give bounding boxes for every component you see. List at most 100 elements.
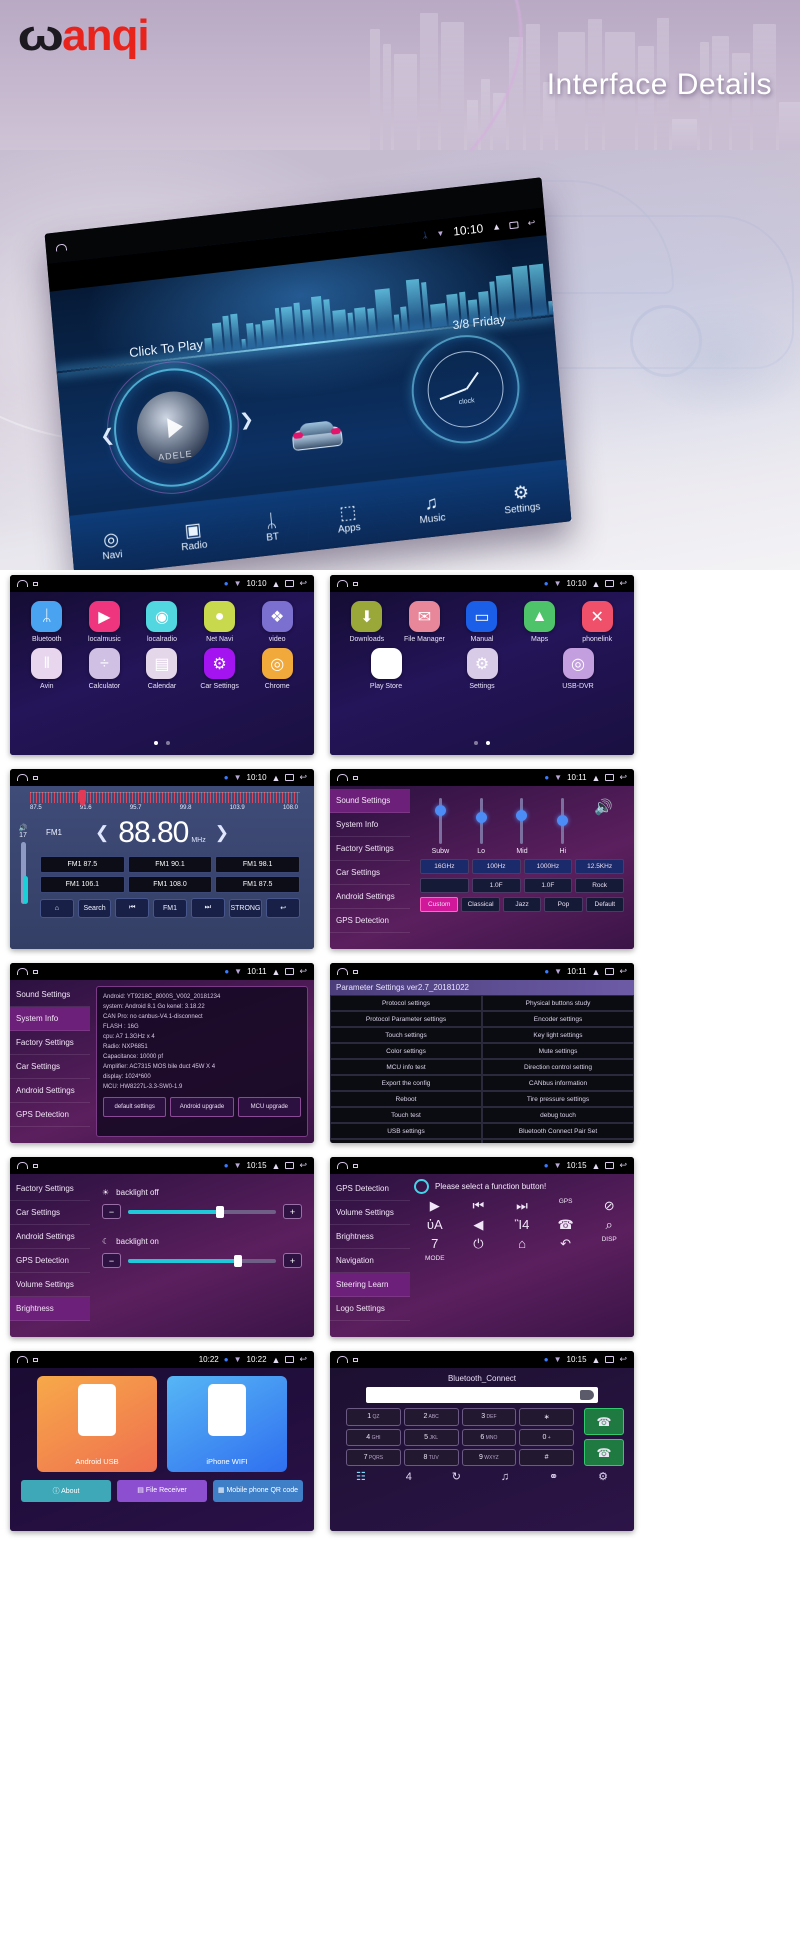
dial-key[interactable]: 7 PQRS [346,1449,401,1466]
bt-music-icon[interactable]: ♫ [501,1471,509,1483]
home-icon[interactable] [337,968,348,975]
recents-icon[interactable] [605,1162,614,1169]
page-dot[interactable] [486,741,490,745]
play-icon[interactable]: ▶ [414,1198,456,1213]
eq-preset-chip[interactable]: Pop [544,897,582,912]
dial-key[interactable]: 3 DEF [462,1408,517,1426]
back-icon[interactable]: ↩ [299,1354,307,1365]
calendar-icon[interactable]: ▤ [146,648,177,679]
decrease-button[interactable]: − [102,1253,121,1268]
recents-icon[interactable] [33,970,38,974]
link-icon[interactable]: ⚭ [549,1470,558,1483]
eq-preset-chip[interactable]: Jazz [503,897,541,912]
app-item[interactable]: ⚙ Car Settings [194,648,246,691]
app-item[interactable]: ᛦ Bluetooth [21,601,73,644]
recents-icon[interactable] [33,776,38,780]
eq-preset-chip[interactable]: Custom [420,897,458,912]
call-icon[interactable]: ☎ [545,1217,587,1232]
chevron-up-icon[interactable]: ▲ [592,773,601,783]
home-icon[interactable] [337,774,348,781]
file-icon[interactable]: ▤ File Receiver [117,1480,207,1502]
calculator-icon[interactable]: ÷ [89,648,120,679]
manual-book-icon[interactable]: ▭ [466,601,497,632]
phonelink-card[interactable]: iPhone WIFI [167,1376,287,1472]
freq-up-icon[interactable]: ❯ [215,823,229,843]
chevron-up-icon[interactable]: ▲ [272,967,281,977]
app-item[interactable]: ⚙ Settings [456,648,508,691]
play-icon[interactable] [167,417,184,439]
increase-button[interactable]: + [283,1253,302,1268]
screenshot-steering-learn[interactable]: ● ▼ 10:15 ▲ ↩ GPS Detection Volume Settings Bri… [330,1157,634,1337]
settings-menu-item[interactable]: GPS Detection [10,1249,90,1273]
net-navi-icon[interactable]: ● [204,601,235,632]
brightness-slider[interactable] [128,1210,276,1214]
recents-icon[interactable] [353,970,358,974]
app-item[interactable]: ◎ Chrome [251,648,303,691]
back-icon[interactable]: ↩ [619,1354,627,1365]
radio-screen[interactable]: 87.5 91.6 95.7 99.8 103.9 108.0 🔊 17 FM1 ❮ 88.80 MH… [10,786,314,949]
chevron-up-icon[interactable]: ▲ [272,773,281,783]
recents-icon[interactable] [33,1164,38,1168]
prev-track-icon[interactable]: ⏮ [115,898,149,918]
chevron-up-icon[interactable]: ▲ [272,579,281,589]
home-icon[interactable]: ⌂ [40,899,74,918]
settings-menu-item[interactable]: Sound Settings [330,789,410,813]
dial-key[interactable]: ∗ [519,1408,574,1426]
settings-menu-item[interactable]: Car Settings [330,861,410,885]
info-button[interactable]: MCU upgrade [238,1097,301,1117]
system-info-screen[interactable]: Sound Settings System Info Factory Setting… [10,980,314,1143]
app-item[interactable]: ▲ Maps [514,601,566,644]
phonelink-icon[interactable]: ✕ [582,601,613,632]
screenshot-parameter-settings[interactable]: ● ▼ 10:11 ▲ ↩ Parameter Settings ver2.7_20181… [330,963,634,1143]
screenshot-system-info[interactable]: ● ▼ 10:11 ▲ ↩ Sound Settings System Info Factor… [10,963,314,1143]
bluetooth-screen[interactable]: Bluetooth_Connect 1 QZ 2 ABC 3 DEF ∗ 4 GHI 5 J… [330,1368,634,1531]
hangup-icon[interactable]: ⌕ [588,1217,630,1232]
usb-dvr-icon[interactable]: ◎ [563,648,594,679]
app-item[interactable]: ❖ video [251,601,303,644]
back-icon[interactable]: ↩ [527,217,535,229]
home-icon[interactable] [337,1162,348,1169]
recents-icon[interactable] [605,774,614,781]
chrome-icon[interactable]: ◎ [262,648,293,679]
preset-button[interactable]: FM1 106.1 [40,876,125,893]
dial-key[interactable]: 4 GHI [346,1429,401,1446]
eq-value-chip[interactable]: 1.0F [524,878,573,893]
phonelink-screen[interactable]: Android USB iPhone WIFI ⓘ About ▤ File Rece… [10,1368,314,1531]
recents-icon[interactable] [510,221,520,229]
settings-menu-item[interactable]: Factory Settings [10,1177,90,1201]
recents-icon[interactable] [353,582,358,586]
home-nav-navi[interactable]: ◎ Navi [100,527,123,562]
app-item[interactable]: ✕ phonelink [571,601,623,644]
home-icon[interactable] [337,580,348,587]
screenshot-brightness[interactable]: ● ▼ 10:15 ▲ ↩ Factory Settings Car Settings And… [10,1157,314,1337]
preset-button[interactable]: FM1 108.0 [128,876,213,893]
chevron-up-icon[interactable]: ▲ [592,1355,601,1365]
parameter-cell[interactable]: Power amplifier settings [330,1139,482,1143]
back-icon[interactable]: ↩ [299,578,307,589]
contacts-icon[interactable]: ὆4 [406,1471,412,1483]
home-icon[interactable] [17,1356,28,1363]
eq-band[interactable]: Mid [505,798,539,855]
app-item[interactable]: ⬇ Downloads [341,601,393,644]
downloads-icon[interactable]: ⬇ [351,601,382,632]
disp-label[interactable]: DISP [588,1236,630,1251]
dial-key[interactable]: # [519,1449,574,1466]
band-label[interactable]: FM1 [153,899,187,918]
recents-icon[interactable] [285,774,294,781]
parameter-settings-screen[interactable]: Parameter Settings ver2.7_20181022 Protoc… [330,980,634,1143]
preset-button[interactable]: FM1 87.5 [215,876,300,893]
bluetooth-app-icon[interactable]: ᛦ [31,601,62,632]
app-item[interactable]: ▤ Calendar [136,648,188,691]
settings-menu-item[interactable]: Navigation [330,1249,410,1273]
settings-menu-item[interactable]: GPS Detection [330,909,410,933]
page-dot[interactable] [474,741,478,745]
parameter-cell[interactable]: Tire pressure settings [482,1091,634,1107]
home-nav-apps[interactable]: ⬚ Apps [336,500,362,535]
home-icon[interactable]: ⌂ [501,1236,543,1251]
dial-key[interactable]: 5 JKL [404,1429,459,1446]
settings-menu-item[interactable]: Steering Learn [330,1273,410,1297]
parameter-cell[interactable]: Encoder settings [482,1011,634,1027]
next-track-arrow[interactable]: ❯ [239,409,255,431]
gps-label[interactable]: GPS [545,1198,587,1213]
settings-menu-item[interactable]: Car Settings [10,1055,90,1079]
